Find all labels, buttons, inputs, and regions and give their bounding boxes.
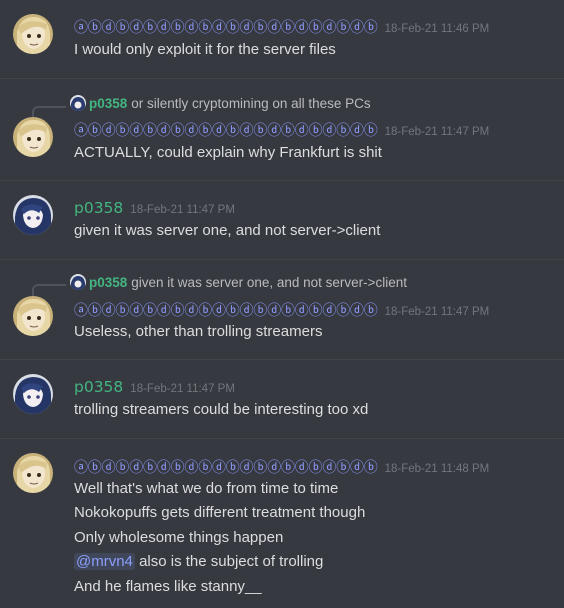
reply-author[interactable]: p0358 <box>89 275 127 290</box>
message-text: ACTUALLY, could explain why Frankfurt is… <box>74 144 382 161</box>
message-text: Only wholesome things happen <box>74 529 284 546</box>
avatar-icon <box>13 117 53 157</box>
timestamp[interactable]: 18-Feb-21 11:47 PM <box>130 204 235 216</box>
mention-line-text: also is the subject of trolling <box>139 553 324 570</box>
author-name[interactable]: p0358 <box>74 378 123 396</box>
message-group: p0358 18-Feb-21 11:47 PM trolling streame… <box>0 360 564 438</box>
message-group: p0358 18-Feb-21 11:47 PM given it was ser… <box>0 181 564 259</box>
message-header: p0358 18-Feb-21 11:47 PM <box>74 197 235 219</box>
avatar-icon <box>13 453 53 493</box>
avatar-icon <box>13 195 53 235</box>
message-group: p0358 given it was server one, and not se… <box>0 260 564 360</box>
reply-text[interactable]: or silently cryptomining on all these PC… <box>131 96 370 111</box>
author-name[interactable]: ⓐⓑⓓⓑⓓⓑⓓⓑⓓⓑⓓⓑⓓⓑⓓⓑⓓⓑⓓⓑⓓⓑ <box>74 123 378 139</box>
avatar[interactable] <box>13 14 53 54</box>
avatar[interactable] <box>13 374 53 414</box>
avatar-icon <box>13 374 53 414</box>
reply-author[interactable]: p0358 <box>89 96 127 111</box>
reply-text[interactable]: given it was server one, and not server-… <box>131 275 407 290</box>
timestamp[interactable]: 18-Feb-21 11:47 PM <box>385 306 490 318</box>
reply-preview[interactable]: p0358 given it was server one, and not se… <box>70 274 407 292</box>
message-header: ⓐⓑⓓⓑⓓⓑⓓⓑⓓⓑⓓⓑⓓⓑⓓⓑⓓⓑⓓⓑⓓⓑ 18-Feb-21 11:47 PM <box>74 119 489 141</box>
message-text: And he flames like stanny__ <box>74 578 262 595</box>
message-text: Useless, other than trolling streamers <box>74 323 323 340</box>
message-header: ⓐⓑⓓⓑⓓⓑⓓⓑⓓⓑⓓⓑⓓⓑⓓⓑⓓⓑⓓⓑⓓⓑ 18-Feb-21 11:48 PM <box>74 456 489 478</box>
message-group: ⓐⓑⓓⓑⓓⓑⓓⓑⓓⓑⓓⓑⓓⓑⓓⓑⓓⓑⓓⓑⓓⓑ 18-Feb-21 11:46 PM… <box>0 0 564 78</box>
author-name[interactable]: ⓐⓑⓓⓑⓓⓑⓓⓑⓓⓑⓓⓑⓓⓑⓓⓑⓓⓑⓓⓑⓓⓑ <box>74 303 378 319</box>
reply-spine <box>32 284 66 297</box>
author-name[interactable]: ⓐⓑⓓⓑⓓⓑⓓⓑⓓⓑⓓⓑⓓⓑⓓⓑⓓⓑⓓⓑⓓⓑ <box>74 460 378 476</box>
message-text: I would only exploit it for the server f… <box>74 41 336 58</box>
mini-avatar-icon <box>70 95 86 111</box>
avatar-icon <box>13 14 53 54</box>
message-group: ⓐⓑⓓⓑⓓⓑⓓⓑⓓⓑⓓⓑⓓⓑⓓⓑⓓⓑⓓⓑⓓⓑ 18-Feb-21 11:48 PM… <box>0 439 564 608</box>
user-mention[interactable]: @mrvn4 <box>74 553 135 570</box>
timestamp[interactable]: 18-Feb-21 11:46 PM <box>385 23 490 35</box>
avatar-icon <box>13 296 53 336</box>
timestamp[interactable]: 18-Feb-21 11:48 PM <box>385 463 490 475</box>
message-text: given it was server one, and not server-… <box>74 222 381 239</box>
chat-log: ⓐⓑⓓⓑⓓⓑⓓⓑⓓⓑⓓⓑⓓⓑⓓⓑⓓⓑⓓⓑⓓⓑ 18-Feb-21 11:46 PM… <box>0 0 564 608</box>
avatar[interactable] <box>13 195 53 235</box>
message-header: ⓐⓑⓓⓑⓓⓑⓓⓑⓓⓑⓓⓑⓓⓑⓓⓑⓓⓑⓓⓑⓓⓑ 18-Feb-21 11:47 PM <box>74 299 489 321</box>
message-text: Well that's what we do from time to time <box>74 480 339 497</box>
message-text: Nokokopuffs gets different treatment tho… <box>74 504 366 521</box>
timestamp[interactable]: 18-Feb-21 11:47 PM <box>130 383 235 395</box>
mini-avatar-icon <box>70 274 86 290</box>
message-header: p0358 18-Feb-21 11:47 PM <box>74 376 235 398</box>
avatar[interactable] <box>13 453 53 493</box>
reply-preview[interactable]: p0358 or silently cryptomining on all the… <box>70 95 371 113</box>
avatar[interactable] <box>13 117 53 157</box>
avatar[interactable] <box>13 296 53 336</box>
author-name[interactable]: p0358 <box>74 199 123 217</box>
message-text: trolling streamers could be interesting … <box>74 401 369 418</box>
timestamp[interactable]: 18-Feb-21 11:47 PM <box>385 126 490 138</box>
message-header: ⓐⓑⓓⓑⓓⓑⓓⓑⓓⓑⓓⓑⓓⓑⓓⓑⓓⓑⓓⓑⓓⓑ 18-Feb-21 11:46 PM <box>74 16 489 38</box>
author-name[interactable]: ⓐⓑⓓⓑⓓⓑⓓⓑⓓⓑⓓⓑⓓⓑⓓⓑⓓⓑⓓⓑⓓⓑ <box>74 20 378 36</box>
message-text: @mrvn4 also is the subject of trolling <box>74 552 323 572</box>
message-group: p0358 or silently cryptomining on all the… <box>0 79 564 179</box>
